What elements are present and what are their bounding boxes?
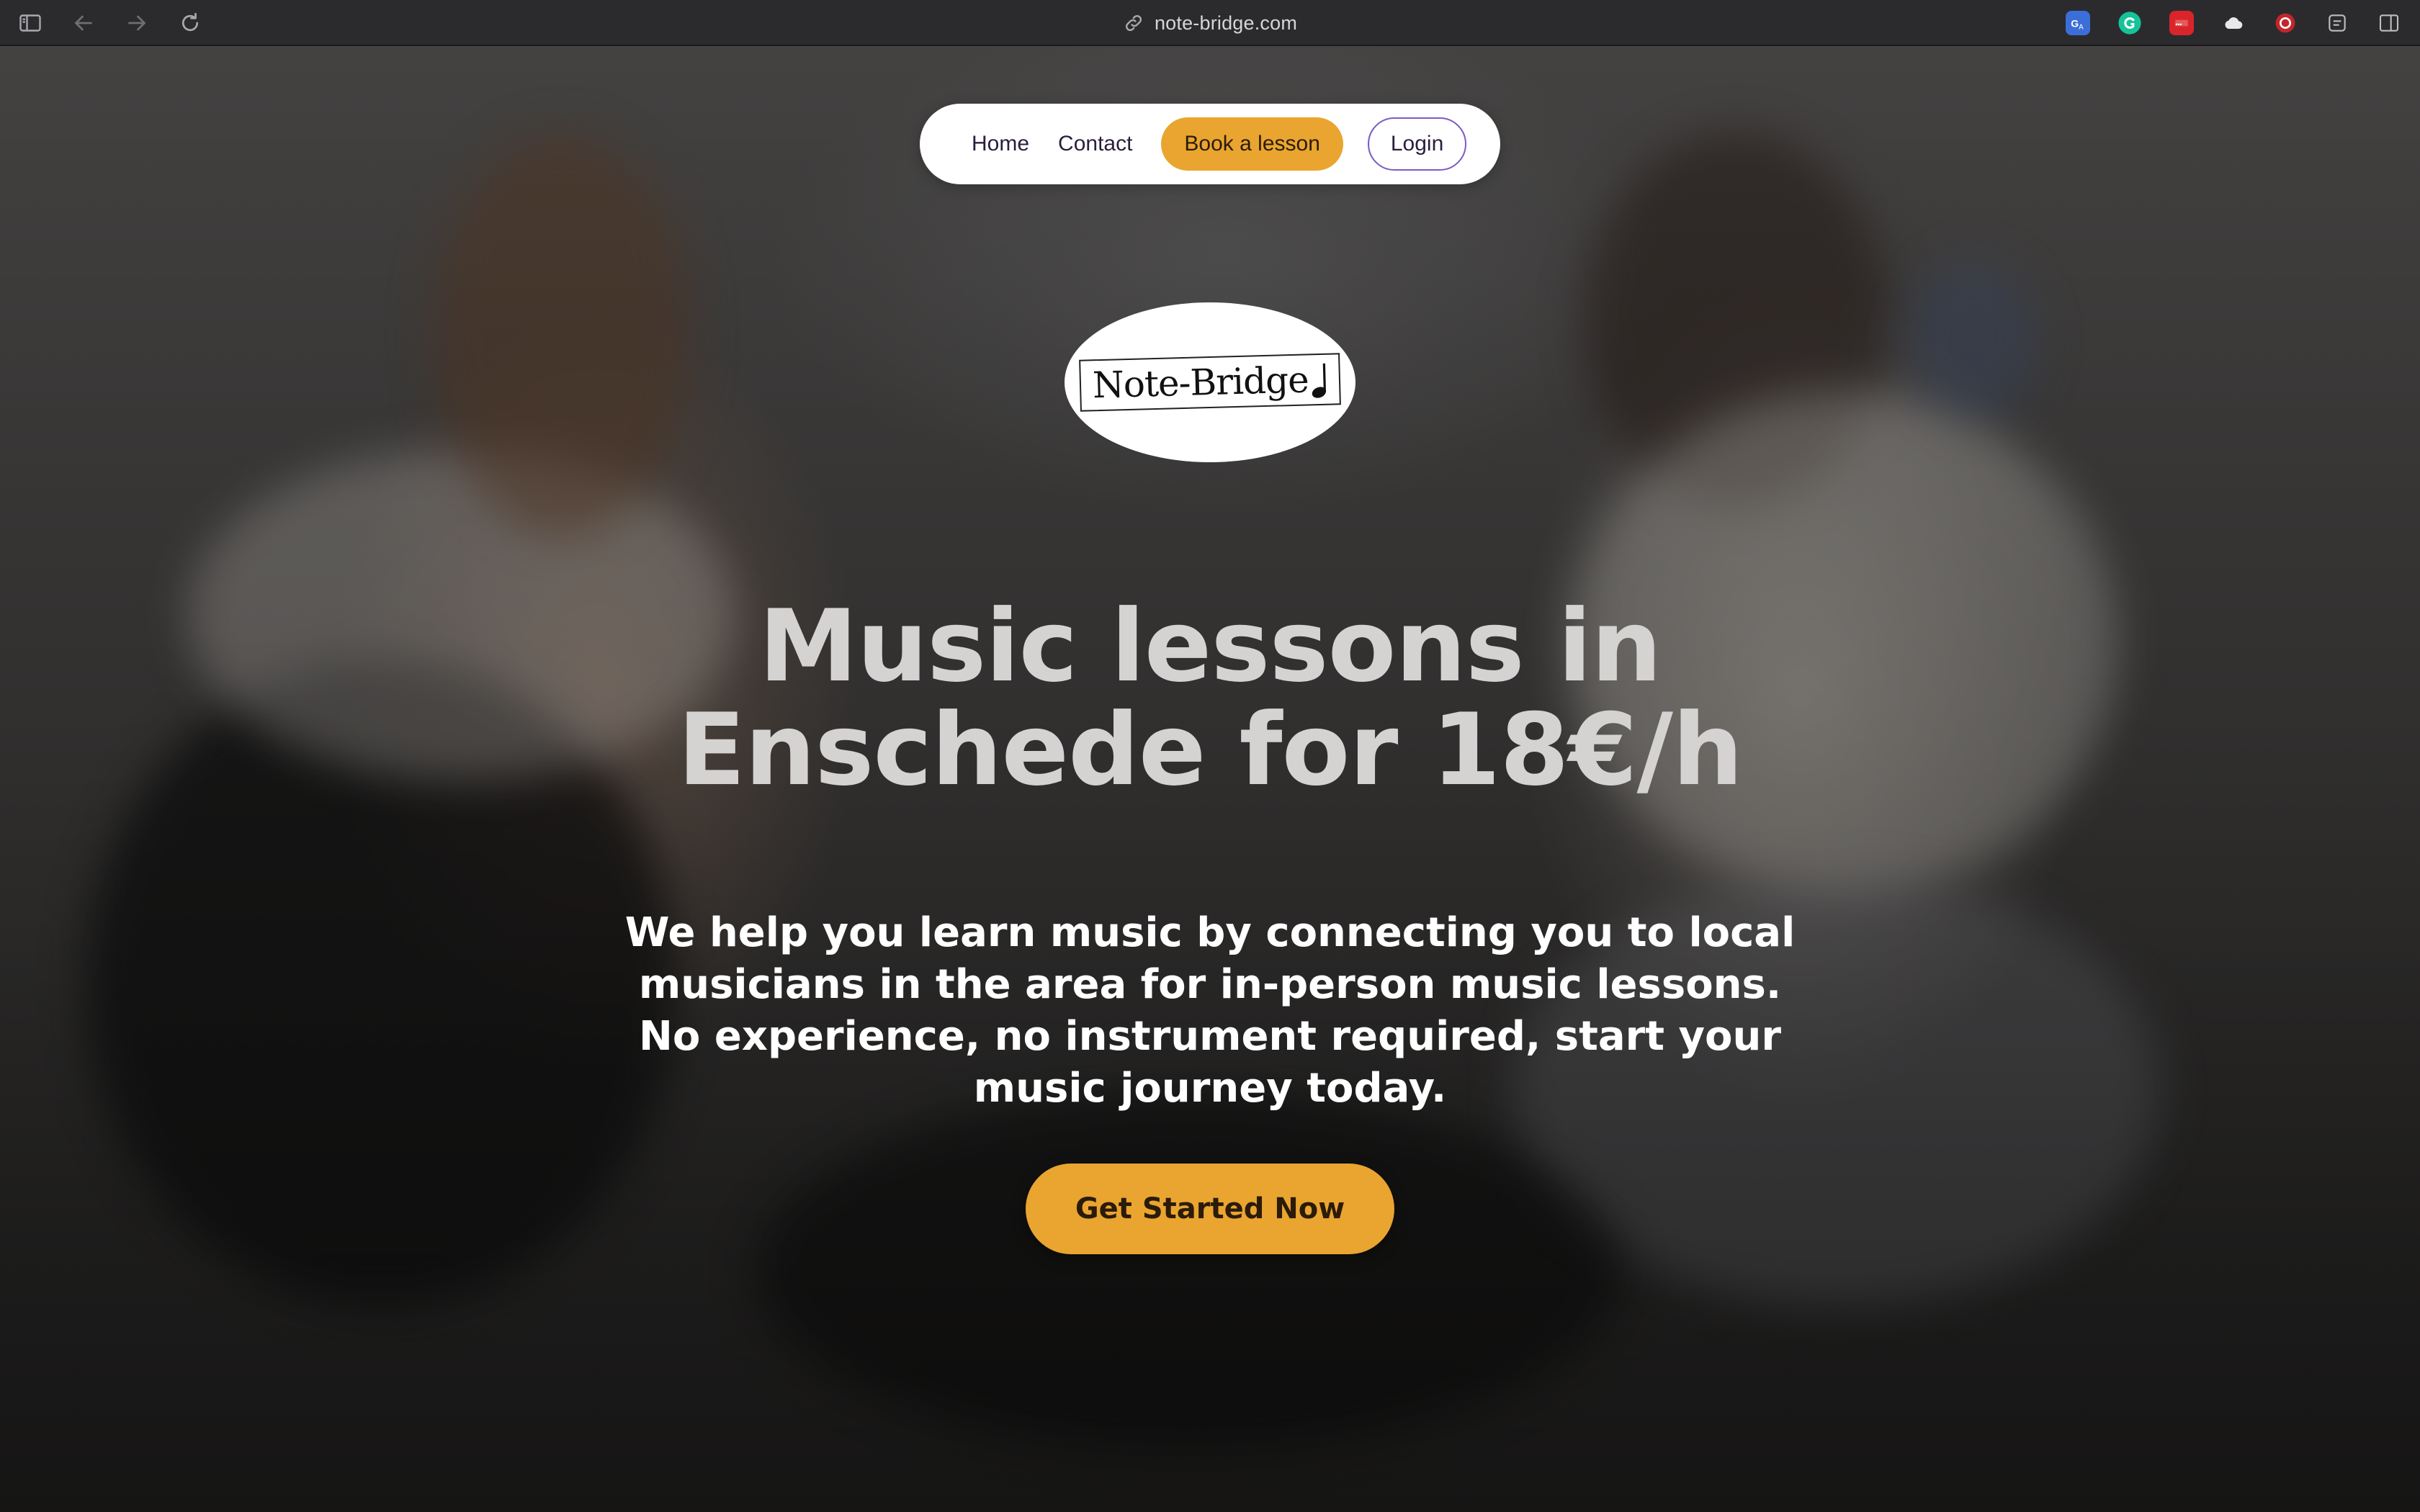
music-note-icon xyxy=(1312,363,1327,398)
split-view-icon[interactable] xyxy=(2377,11,2401,35)
grammarly-extension-icon[interactable] xyxy=(2118,11,2142,35)
cloud-extension-icon[interactable] xyxy=(2221,11,2246,35)
red-extension-icon[interactable]: ••• xyxy=(2169,11,2194,35)
link-icon xyxy=(1125,14,1142,32)
address-bar[interactable]: note-bridge.com xyxy=(1123,12,1297,35)
login-button[interactable]: Login xyxy=(1367,117,1467,171)
svg-text:A: A xyxy=(2079,24,2084,32)
logo-frame: Note-Bridge xyxy=(1079,353,1341,412)
site-logo[interactable]: Note-Bridge xyxy=(1065,302,1355,462)
nav-home-link[interactable]: Home xyxy=(972,132,1029,156)
hero-subheading: We help you learn music by connecting yo… xyxy=(624,909,1796,1112)
nav-contact-link[interactable]: Contact xyxy=(1058,132,1132,156)
get-started-button[interactable]: Get Started Now xyxy=(1026,1164,1394,1254)
browser-toolbar: note-bridge.com GA ••• xyxy=(0,0,2420,46)
shield-extension-icon[interactable] xyxy=(2273,11,2298,35)
headline-line-1: Music lessons in xyxy=(758,588,1662,704)
translate-extension-icon[interactable]: GA xyxy=(2066,11,2090,35)
reader-extension-icon[interactable] xyxy=(2325,11,2349,35)
top-nav: Home Contact Book a lesson Login xyxy=(920,104,1500,184)
logo-text: Note-Bridge xyxy=(1092,359,1309,407)
headline-line-2: Enschede for 18€/h xyxy=(677,692,1743,808)
hero-section: Home Contact Book a lesson Login Note-Br… xyxy=(0,46,2420,1512)
reload-icon[interactable] xyxy=(177,10,203,36)
svg-text:G: G xyxy=(2071,17,2079,29)
hero-headline: Music lessons in Enschede for 18€/h xyxy=(490,595,1930,802)
forward-arrow-icon[interactable] xyxy=(124,10,150,36)
book-lesson-button[interactable]: Book a lesson xyxy=(1161,117,1343,171)
url-text[interactable]: note-bridge.com xyxy=(1155,12,1297,35)
back-arrow-icon[interactable] xyxy=(71,10,97,36)
sidebar-icon[interactable] xyxy=(17,10,43,36)
svg-text:•••: ••• xyxy=(2175,20,2182,27)
